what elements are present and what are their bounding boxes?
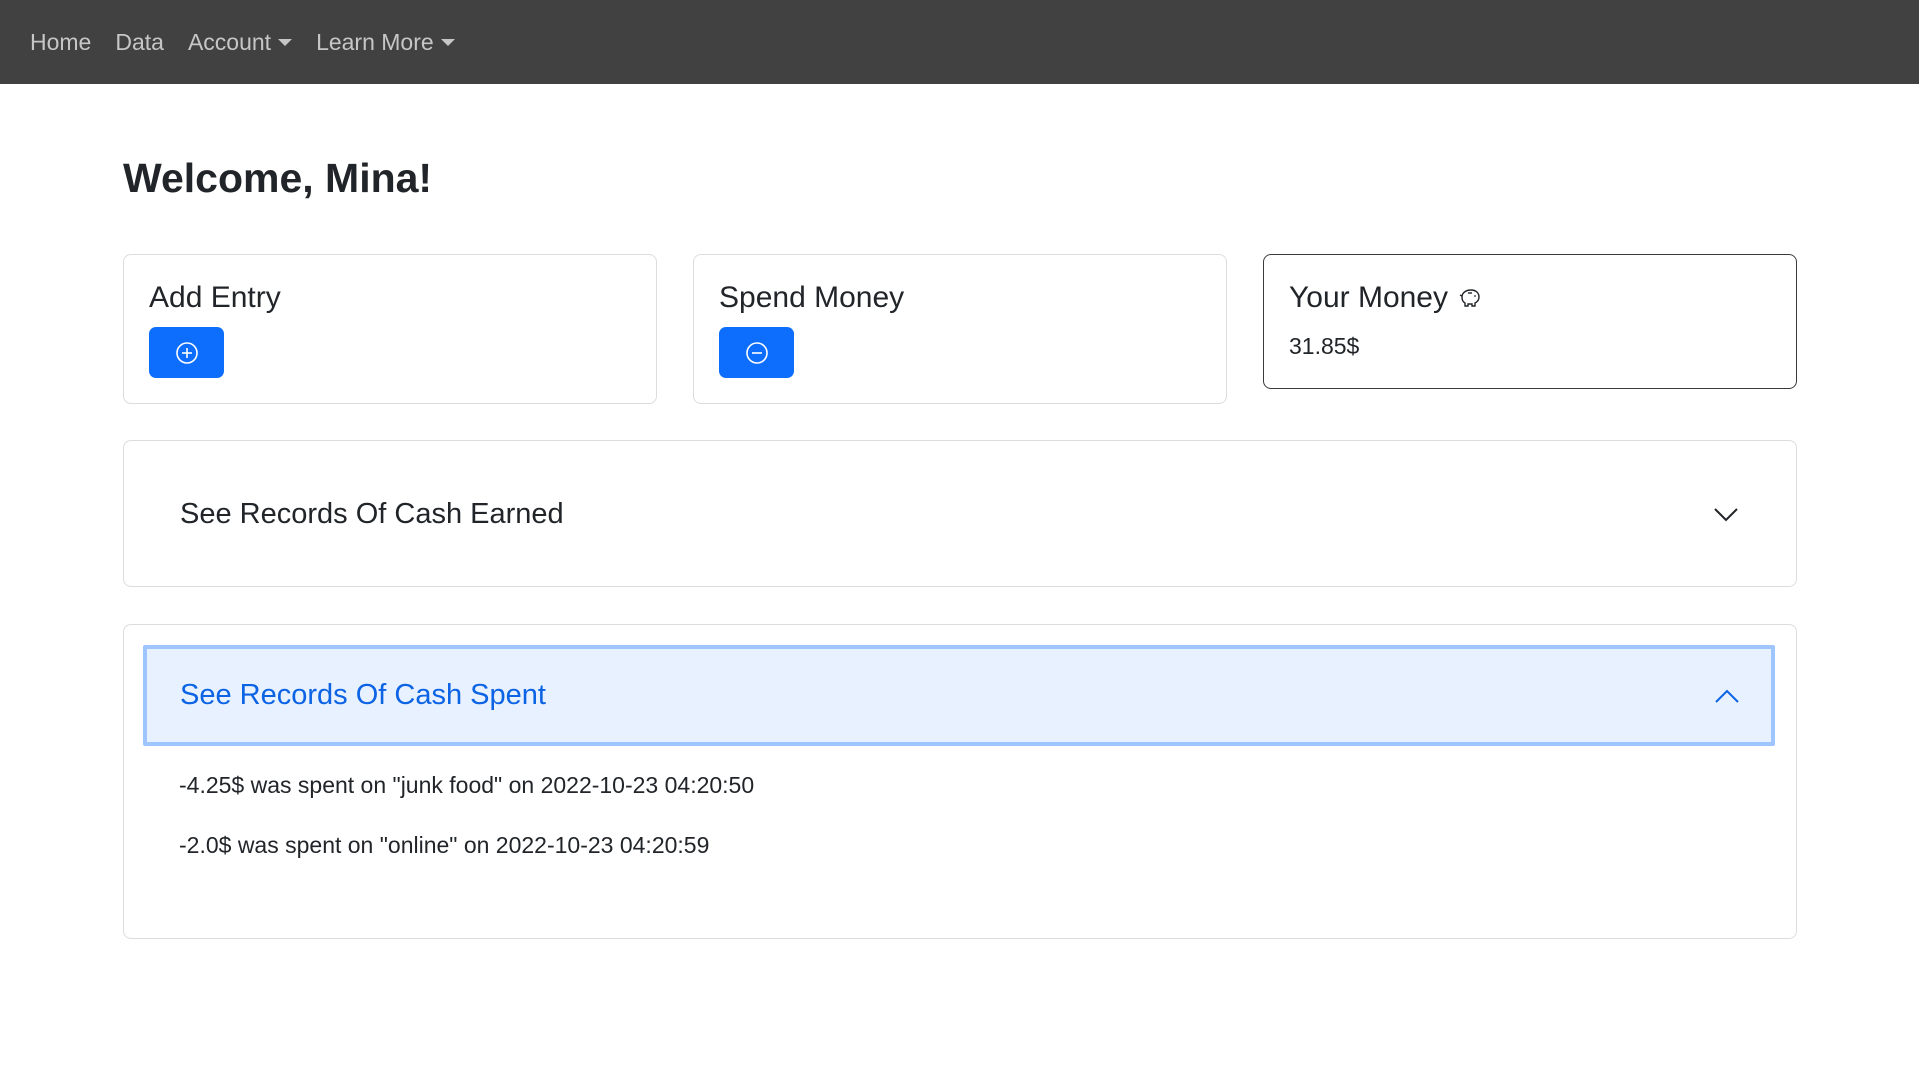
accordion-spent: See Records Of Cash Spent -4.25$ was spe…	[123, 624, 1797, 939]
nav-learn-more-dropdown[interactable]: Learn More	[316, 29, 455, 56]
navbar: Home Data Account Learn More	[0, 0, 1919, 84]
accordion-earned-title: See Records Of Cash Earned	[180, 497, 564, 530]
accordion-earned-header[interactable]: See Records Of Cash Earned	[125, 442, 1795, 586]
nav-data-link[interactable]: Data	[115, 29, 164, 56]
your-money-title: Your Money	[1289, 281, 1448, 314]
list-item: -2.0$ was spent on "online" on 2022-10-2…	[179, 832, 710, 858]
page-title: Welcome, Mina!	[123, 155, 433, 201]
accordion-spent-title: See Records Of Cash Spent	[180, 679, 546, 711]
nav-learn-more-label: Learn More	[316, 28, 434, 55]
caret-down-icon	[440, 38, 455, 46]
dash-circle-icon	[745, 341, 768, 364]
your-money-title-row: Your Money	[1289, 281, 1482, 315]
chevron-down-icon	[1714, 508, 1738, 522]
plus-circle-icon	[175, 341, 198, 364]
add-entry-title: Add Entry	[149, 281, 281, 314]
add-entry-button[interactable]	[149, 327, 224, 378]
spend-money-button[interactable]	[719, 327, 794, 378]
accordion-earned: See Records Of Cash Earned	[123, 440, 1797, 587]
money-balance: 31.85$	[1289, 333, 1360, 359]
accordion-spent-body: -4.25$ was spent on "junk food" on 2022-…	[179, 772, 754, 892]
spend-money-title: Spend Money	[719, 281, 905, 314]
chevron-up-icon	[1715, 689, 1739, 703]
accordion-spent-header[interactable]: See Records Of Cash Spent	[143, 645, 1775, 746]
your-money-card: Your Money 31.85$	[1263, 254, 1797, 389]
caret-down-icon	[278, 38, 293, 46]
list-item: -4.25$ was spent on "junk food" on 2022-…	[179, 772, 755, 798]
nav-account-dropdown[interactable]: Account	[187, 28, 293, 56]
add-entry-card: Add Entry	[123, 254, 657, 404]
spend-money-card: Spend Money	[693, 254, 1227, 404]
nav-account-label: Account	[187, 28, 272, 55]
piggy-bank-icon	[1458, 287, 1482, 309]
nav-home-link[interactable]: Home	[30, 29, 91, 56]
